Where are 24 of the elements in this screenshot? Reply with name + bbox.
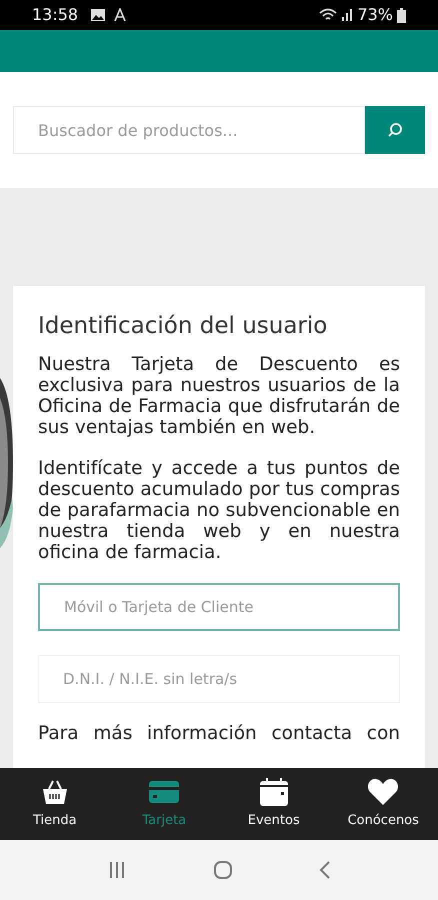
search-button[interactable]: [365, 106, 425, 154]
home-icon[interactable]: [213, 860, 233, 880]
back-icon[interactable]: [319, 860, 331, 880]
calendar-icon: [258, 777, 289, 808]
battery-percent: 73%: [357, 4, 393, 26]
search-icon: [387, 122, 403, 138]
status-time: 13:58: [32, 4, 78, 26]
image-icon: [90, 8, 106, 22]
nav-tab[interactable]: Eventos: [219, 768, 328, 840]
wifi-icon: [319, 8, 338, 22]
input-field[interactable]: Móvil o Tarjeta de Cliente: [38, 583, 400, 631]
contact-text: Para más información contacta con: [38, 723, 400, 744]
nav-tab[interactable]: Conócenos: [328, 768, 438, 840]
text-icon: [114, 8, 128, 22]
description-paragraph: Nuestra Tarjeta de Descuento es exclusiva para nuestros usuarios de la Oficina de Farmacia que disfrutarán de sus ventajas también en web.: [38, 354, 400, 438]
recent-apps-icon[interactable]: [107, 861, 127, 879]
signal-icon: [341, 8, 354, 22]
card-title: Identificación del usuario: [38, 312, 328, 341]
heart-icon: [367, 777, 400, 808]
battery-icon: [397, 8, 406, 22]
nav-tab[interactable]: Tienda: [0, 768, 110, 840]
search-field[interactable]: Buscador de productos...: [13, 106, 365, 154]
nav-tab[interactable]: Tarjeta: [110, 768, 219, 840]
description-paragraph: Identifícate y accede a tus puntos de descuento acumulado por tus compras de parafarmacia no subvencionable en nuestra tienda web y en nuestra oficina de farmacia.: [38, 458, 400, 563]
